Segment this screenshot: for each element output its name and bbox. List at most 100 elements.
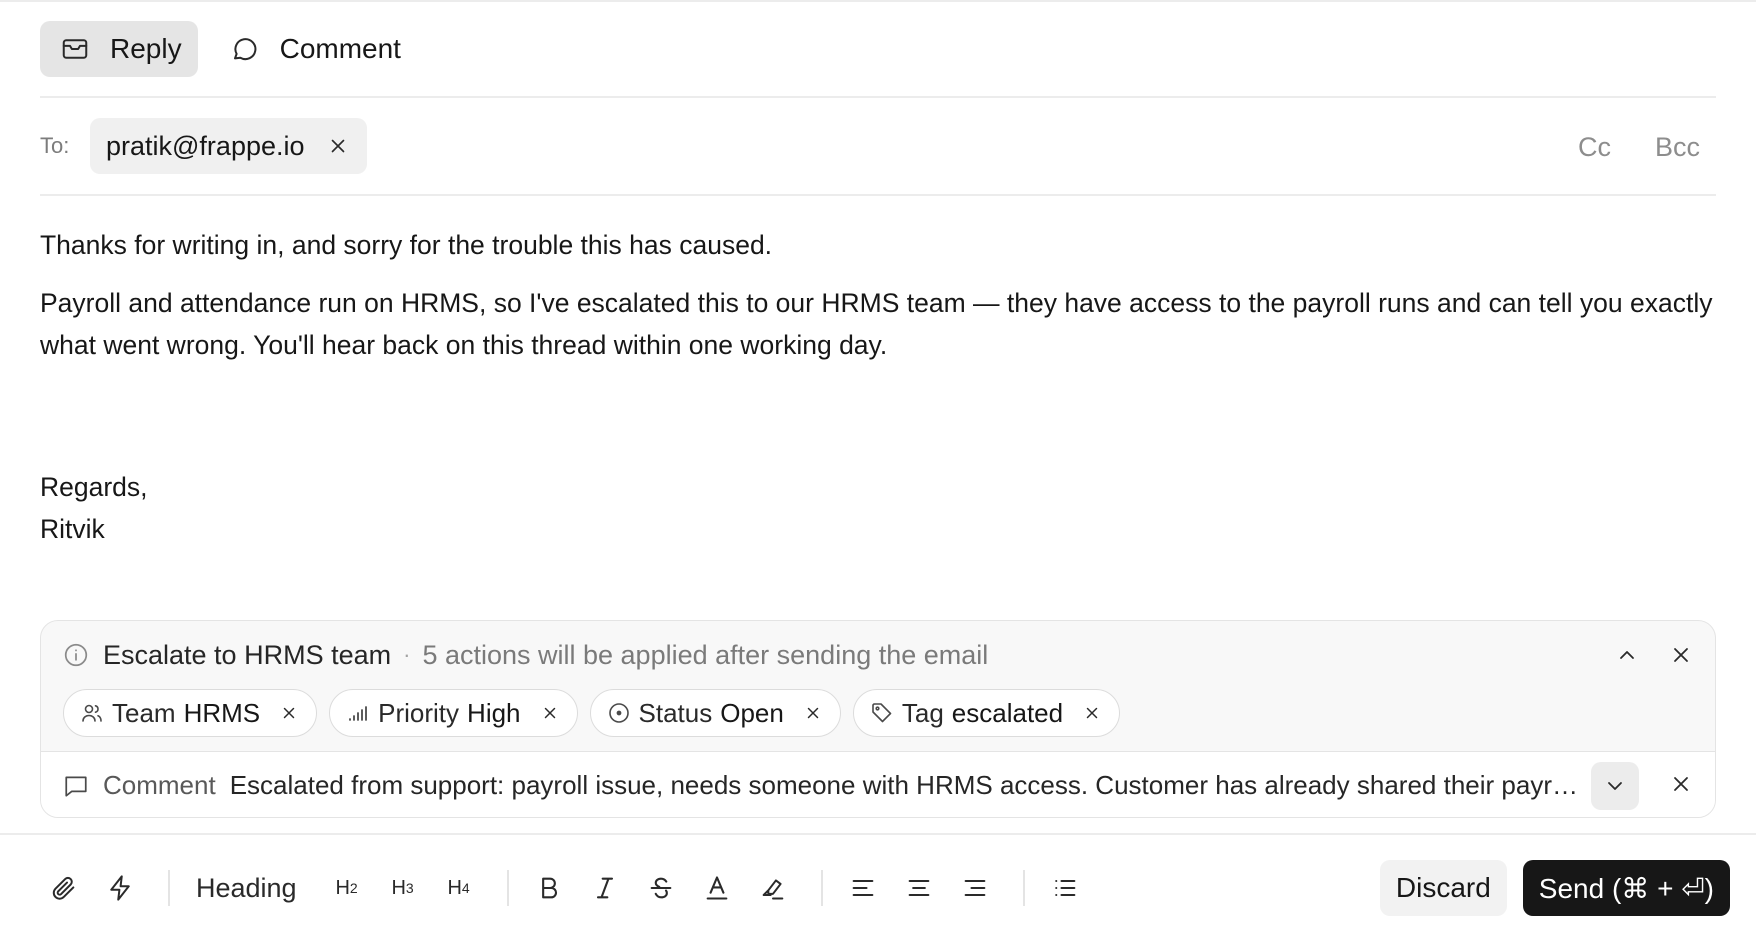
signal-icon <box>349 706 368 721</box>
align-right-button[interactable] <box>951 864 999 912</box>
action-pill-tag[interactable]: Tag escalated <box>852 689 1121 737</box>
toolbar-divider <box>0 833 1756 835</box>
h2-letter: H <box>335 876 350 899</box>
expand-comment-button[interactable] <box>1591 762 1639 810</box>
chevron-down-icon <box>1608 782 1622 790</box>
info-icon <box>64 643 88 667</box>
toolbar-separator <box>168 870 170 906</box>
pill-value: Open <box>720 697 784 728</box>
macro-title: Escalate to HRMS team <box>103 639 392 670</box>
message-circle-icon <box>233 38 257 61</box>
reply-tab[interactable]: Reply <box>40 21 198 77</box>
send-button[interactable]: Send (⌘ + ⏎) <box>1522 860 1730 916</box>
heading-3-button[interactable]: H3 <box>379 864 427 912</box>
toolbar-separator <box>820 870 823 906</box>
pill-value: HRMS <box>183 697 261 728</box>
h4-level: 4 <box>461 880 470 896</box>
align-right-icon <box>964 879 985 897</box>
action-pill-priority[interactable]: Priority High <box>329 689 578 737</box>
h4-letter: H <box>447 876 462 899</box>
recipient-chip[interactable]: pratik@frappe.io <box>90 118 367 174</box>
remove-action-icon[interactable] <box>1083 704 1101 722</box>
chevron-up-icon[interactable] <box>1615 643 1639 667</box>
bcc-button[interactable]: Bcc <box>1655 132 1700 163</box>
h3-level: 3 <box>405 880 414 896</box>
h3-letter: H <box>391 876 406 899</box>
users-icon <box>82 704 102 722</box>
pill-key: Team <box>112 697 176 728</box>
discard-button[interactable]: Discard <box>1379 860 1507 916</box>
action-pills: Team HRMS Priority High Status Open Tag … <box>41 689 1715 749</box>
cc-button[interactable]: Cc <box>1578 132 1611 163</box>
heading-2-button[interactable]: H2 <box>323 864 371 912</box>
comment-label: Comment <box>103 770 216 800</box>
remove-recipient-icon[interactable] <box>327 135 349 157</box>
separator-dot: · <box>403 642 411 667</box>
body-paragraph: Thanks for writing in, and sorry for the… <box>40 230 773 260</box>
italic-icon <box>596 877 613 899</box>
bold-button[interactable] <box>525 864 573 912</box>
remove-action-icon[interactable] <box>804 704 822 722</box>
toolbar-separator <box>506 870 509 906</box>
remove-comment-button[interactable] <box>1669 772 1693 801</box>
highlight-button[interactable] <box>749 864 797 912</box>
comment-tab-label: Comment <box>279 33 401 64</box>
align-center-icon <box>908 879 929 897</box>
toolbar-separator <box>1022 870 1025 906</box>
email-body-editor[interactable]: Thanks for writing in, and sorry for the… <box>40 196 1716 550</box>
remove-action-icon[interactable] <box>541 704 559 722</box>
reply-tab-label: Reply <box>110 33 182 64</box>
close-icon <box>1674 776 1688 791</box>
recipients-row: To: pratik@frappe.io Cc Bcc <box>40 98 1716 196</box>
heading-4-button[interactable]: H4 <box>435 864 483 912</box>
cc-bcc-toggles: Cc Bcc <box>1578 98 1700 196</box>
attach-button[interactable] <box>40 864 88 912</box>
pill-value: escalated <box>951 697 1064 728</box>
signoff: Regards, <box>40 472 148 502</box>
pill-value: High <box>467 697 521 728</box>
align-left-button[interactable] <box>839 864 887 912</box>
macro-comment-row: Comment Escalated from support: payroll … <box>41 751 1715 817</box>
pill-key: Status <box>638 697 713 728</box>
quick-action-button[interactable] <box>96 864 144 912</box>
body-paragraph: Payroll and attendance run on HRMS, so I… <box>40 288 1713 360</box>
strikethrough-icon <box>650 877 671 899</box>
remove-action-icon[interactable] <box>280 704 298 722</box>
composer-mode-tabs: Reply Comment <box>40 2 1716 98</box>
comment-tab[interactable]: Comment <box>210 21 417 77</box>
heading-button[interactable]: Heading <box>186 864 307 912</box>
composer-actions: Discard Send (⌘ + ⏎) <box>1379 860 1730 916</box>
font-color-icon <box>706 876 727 900</box>
action-pill-status[interactable]: Status Open <box>589 689 841 737</box>
comment-controls <box>1591 752 1693 817</box>
align-left-icon <box>852 879 873 897</box>
composer: Reply Comment To: pratik@frappe.io Cc Bc… <box>40 2 1716 550</box>
bold-icon <box>541 877 557 899</box>
actions-header: Escalate to HRMS team · 5 actions will b… <box>41 621 1715 689</box>
highlighter-icon <box>762 879 783 900</box>
bullet-list-button[interactable] <box>1041 864 1089 912</box>
mail-icon <box>62 39 88 59</box>
list-icon <box>1054 879 1075 897</box>
to-label: To: <box>40 133 70 158</box>
signature-name: Ritvik <box>40 514 105 544</box>
align-center-button[interactable] <box>895 864 943 912</box>
signature-block: Regards, Ritvik <box>40 466 1716 550</box>
recipient-email: pratik@frappe.io <box>106 130 305 161</box>
editor-toolbar: Heading H2 H3 H4 Discard Send (⌘ + ⏎) <box>40 858 1730 918</box>
h2-level: 2 <box>349 880 358 896</box>
font-color-button[interactable] <box>693 864 741 912</box>
comment-text: Escalated from support: payroll issue, n… <box>229 770 1590 800</box>
action-pill-team[interactable]: Team HRMS <box>63 689 318 737</box>
tag-icon <box>872 703 892 723</box>
circle-dot-icon <box>608 703 629 723</box>
pill-key: Priority <box>378 697 460 728</box>
paperclip-icon <box>52 876 75 900</box>
close-icon[interactable] <box>1669 643 1693 667</box>
italic-button[interactable] <box>581 864 629 912</box>
actions-header-controls <box>1615 621 1693 689</box>
lightning-icon <box>110 875 130 901</box>
pill-key: Tag <box>901 697 944 728</box>
strikethrough-button[interactable] <box>637 864 685 912</box>
message-square-icon <box>65 775 87 797</box>
